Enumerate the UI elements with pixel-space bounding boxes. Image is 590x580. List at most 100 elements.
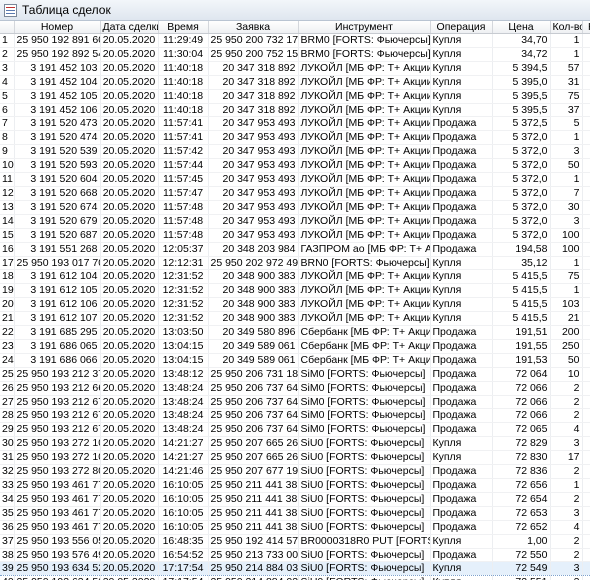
price-cell: 72 066 — [492, 395, 551, 410]
column-header-order[interactable]: Заявка — [208, 21, 299, 34]
trade-date-cell: 20.05.2020 — [100, 297, 159, 313]
operation-cell: Продажа — [430, 200, 493, 215]
row-index-cell: 9 — [0, 144, 15, 160]
table-row[interactable]: 43 191 452 104 20.05.2020 11:40:18 20 347 3… — [0, 75, 590, 90]
table-row[interactable]: 63 191 452 106 20.05.2020 11:40:18 20 347 3… — [0, 103, 590, 118]
table-row[interactable]: 3625 950 193 461 77920.05.202016:10:0525… — [0, 520, 590, 535]
price-cell: 5 415,5 — [492, 283, 551, 299]
table-row[interactable]: 15 3 191 520 687 20.05.2020 11:57:48 20 347 … — [0, 228, 590, 243]
operation-cell: Продажа — [430, 228, 493, 243]
trade-date-cell: 20.05.2020 — [100, 116, 159, 132]
operation-cell: Продажа — [430, 214, 493, 229]
operation-cell: Продажа — [430, 478, 493, 493]
table-row[interactable]: 2525 950 193 212 37620.05.202013:48:1225… — [0, 367, 590, 382]
column-header-quantity[interactable]: Кол-во — [550, 21, 583, 34]
table-row[interactable]: 11 3 191 520 604 20.05.2020 11:57:45 20 347 … — [0, 172, 590, 187]
trade-time-cell: 11:30:04 — [158, 47, 209, 62]
trade-time-cell: 11:57:44 — [158, 158, 209, 174]
order-number-cell: 20 347 953 493 — [208, 228, 299, 243]
trades-body: 125 950 192 891 60920.05.202011:29:4925 … — [0, 33, 590, 580]
table-row[interactable]: 20 3 191 612 106 20.05.2020 12:31:52 20 348 … — [0, 297, 590, 313]
table-row[interactable]: 3725 950 193 556 05220.05.202016:48:3525… — [0, 534, 590, 549]
table-row[interactable]: 3825 950 193 576 49820.05.202016:54:5225… — [0, 548, 590, 563]
column-header-time[interactable]: Время — [158, 21, 209, 34]
table-row[interactable]: 14 3 191 520 679 20.05.2020 11:57:48 20 347 … — [0, 214, 590, 229]
row-index-cell: 3 — [0, 61, 15, 76]
instrument-cell: ЛУКОЙЛ [МБ ФР: Т+ Акции и Д — [298, 61, 431, 76]
trades-grid[interactable]: Номер Дата сделки Время Заявка Инструмен… — [0, 21, 590, 580]
trade-date-cell: 20.05.2020 — [100, 47, 159, 62]
instrument-cell: BR0000318R0 PUT [FORTS: Опци — [298, 534, 431, 549]
quantity-cell: 31 — [550, 75, 583, 90]
table-row[interactable]: 10 3 191 520 593 20.05.2020 11:57:44 20 347 … — [0, 158, 590, 174]
window-titlebar[interactable]: Таблица сделок — [0, 0, 590, 21]
instrument-cell: BRM0 [FORTS: Фьючерсы] — [298, 47, 431, 62]
price-cell: 5 395,0 — [492, 75, 551, 90]
order-number-cell: 25 950 214 884 031 — [208, 561, 299, 577]
table-row[interactable]: 2625 950 193 212 66920.05.202013:48:2425… — [0, 381, 590, 396]
operation-cell: Купля — [430, 256, 493, 271]
table-row[interactable]: 18 3 191 612 104 20.05.2020 12:31:52 20 348 … — [0, 269, 590, 285]
column-header-instrument[interactable]: Инструмент — [298, 21, 431, 34]
trade-time-cell: 11:57:48 — [158, 214, 209, 229]
table-row[interactable]: 83 191 520 474 20.05.2020 11:57:41 20 347 9… — [0, 130, 590, 146]
row-index-cell: 21 — [0, 311, 15, 327]
table-row[interactable]: 2925 950 193 212 67220.05.202013:48:2425… — [0, 422, 590, 438]
table-row[interactable]: 125 950 192 891 60920.05.202011:29:4925 … — [0, 33, 590, 48]
column-header-number[interactable]: Номер — [14, 21, 101, 34]
table-row[interactable]: 3925 950 193 634 52120.05.202017:17:5425… — [0, 561, 590, 577]
table-row[interactable]: 3125 950 193 272 10820.05.202014:21:2725… — [0, 450, 590, 466]
operation-cell: Продажа — [430, 548, 493, 563]
trade-number-cell: 25 950 193 017 700 — [14, 256, 101, 271]
quantity-cell: 1 — [550, 172, 583, 187]
table-row[interactable]: 225 950 192 892 54920.05.202011:30:0425 … — [0, 47, 590, 62]
table-row[interactable]: 13 3 191 520 674 20.05.2020 11:57:48 20 347 … — [0, 200, 590, 215]
table-row[interactable]: 21 3 191 612 107 20.05.2020 12:31:52 20 348 … — [0, 311, 590, 327]
column-header-index[interactable] — [0, 21, 15, 34]
table-row[interactable]: 53 191 452 105 20.05.2020 11:40:18 20 347 3… — [0, 89, 590, 104]
trade-date-cell: 20.05.2020 — [100, 325, 159, 340]
column-header-date[interactable]: Дата сделки — [100, 21, 159, 34]
table-row[interactable]: 2725 950 193 212 67020.05.202013:48:2425… — [0, 395, 590, 410]
trade-time-cell: 13:48:24 — [158, 395, 209, 410]
row-index-cell: 33 — [0, 478, 15, 493]
table-row[interactable]: 12 3 191 520 668 20.05.2020 11:57:47 20 347 … — [0, 186, 590, 201]
table-row[interactable]: 1725 950 193 017 70020.05.202012:12:3125… — [0, 256, 590, 271]
row-index-cell: 37 — [0, 534, 15, 549]
trade-time-cell: 11:40:18 — [158, 103, 209, 118]
table-row[interactable]: 4025 950 193 634 52220.05.202017:17:5425… — [0, 575, 590, 580]
table-row[interactable]: 3325 950 193 461 77620.05.202016:10:0525… — [0, 478, 590, 493]
quantity-cell: 5 — [550, 116, 583, 132]
table-row[interactable]: 33 191 452 103 20.05.2020 11:40:18 20 347 3… — [0, 61, 590, 76]
order-number-cell: 25 950 213 733 003 — [208, 548, 299, 563]
trade-date-cell: 20.05.2020 — [100, 269, 159, 285]
table-row[interactable]: 3525 950 193 461 77820.05.202016:10:0525… — [0, 506, 590, 521]
table-row[interactable]: 2825 950 193 212 67120.05.202013:48:2425… — [0, 408, 590, 424]
operation-cell: Продажа — [430, 353, 493, 368]
table-row[interactable]: 73 191 520 473 20.05.2020 11:57:41 20 347 9… — [0, 116, 590, 132]
trade-time-cell: 16:10:05 — [158, 492, 209, 507]
table-row[interactable]: 23 3 191 686 065 20.05.2020 13:04:15 20 349 … — [0, 339, 590, 354]
price-cell: 5 394,5 — [492, 61, 551, 76]
table-row[interactable]: 24 3 191 686 066 20.05.2020 13:04:15 20 349 … — [0, 353, 590, 368]
trade-number-cell: 25 950 193 212 672 — [14, 422, 101, 438]
operation-cell: Купля — [430, 75, 493, 90]
table-row[interactable]: 16 3 191 551 268 20.05.2020 12:05:37 20 348 … — [0, 242, 590, 257]
column-header-price[interactable]: Цена — [492, 21, 551, 34]
k-value-cell: 4 — [582, 381, 590, 396]
table-row[interactable]: 3225 950 193 272 80820.05.202014:21:4625… — [0, 464, 590, 479]
table-row[interactable]: 93 191 520 539 20.05.2020 11:57:42 20 347 9… — [0, 144, 590, 160]
k-value-cell: 4 — [582, 256, 590, 271]
table-row[interactable]: 19 3 191 612 105 20.05.2020 12:31:52 20 348 … — [0, 283, 590, 299]
price-cell: 72 836 — [492, 464, 551, 479]
table-row[interactable]: 3425 950 193 461 77720.05.202016:10:0525… — [0, 492, 590, 507]
trade-date-cell: 20.05.2020 — [100, 200, 159, 215]
column-header-k[interactable]: К — [582, 21, 590, 34]
quantity-cell: 4 — [550, 422, 583, 438]
column-header-operation[interactable]: Операция — [430, 21, 493, 34]
table-row[interactable]: 3025 950 193 272 10720.05.202014:21:2725… — [0, 436, 590, 452]
instrument-cell: SiM0 [FORTS: Фьючерсы] — [298, 408, 431, 424]
table-row[interactable]: 22 3 191 685 295 20.05.2020 13:03:50 20 349 … — [0, 325, 590, 340]
quantity-cell: 1 — [550, 478, 583, 493]
trade-date-cell: 20.05.2020 — [100, 548, 159, 563]
